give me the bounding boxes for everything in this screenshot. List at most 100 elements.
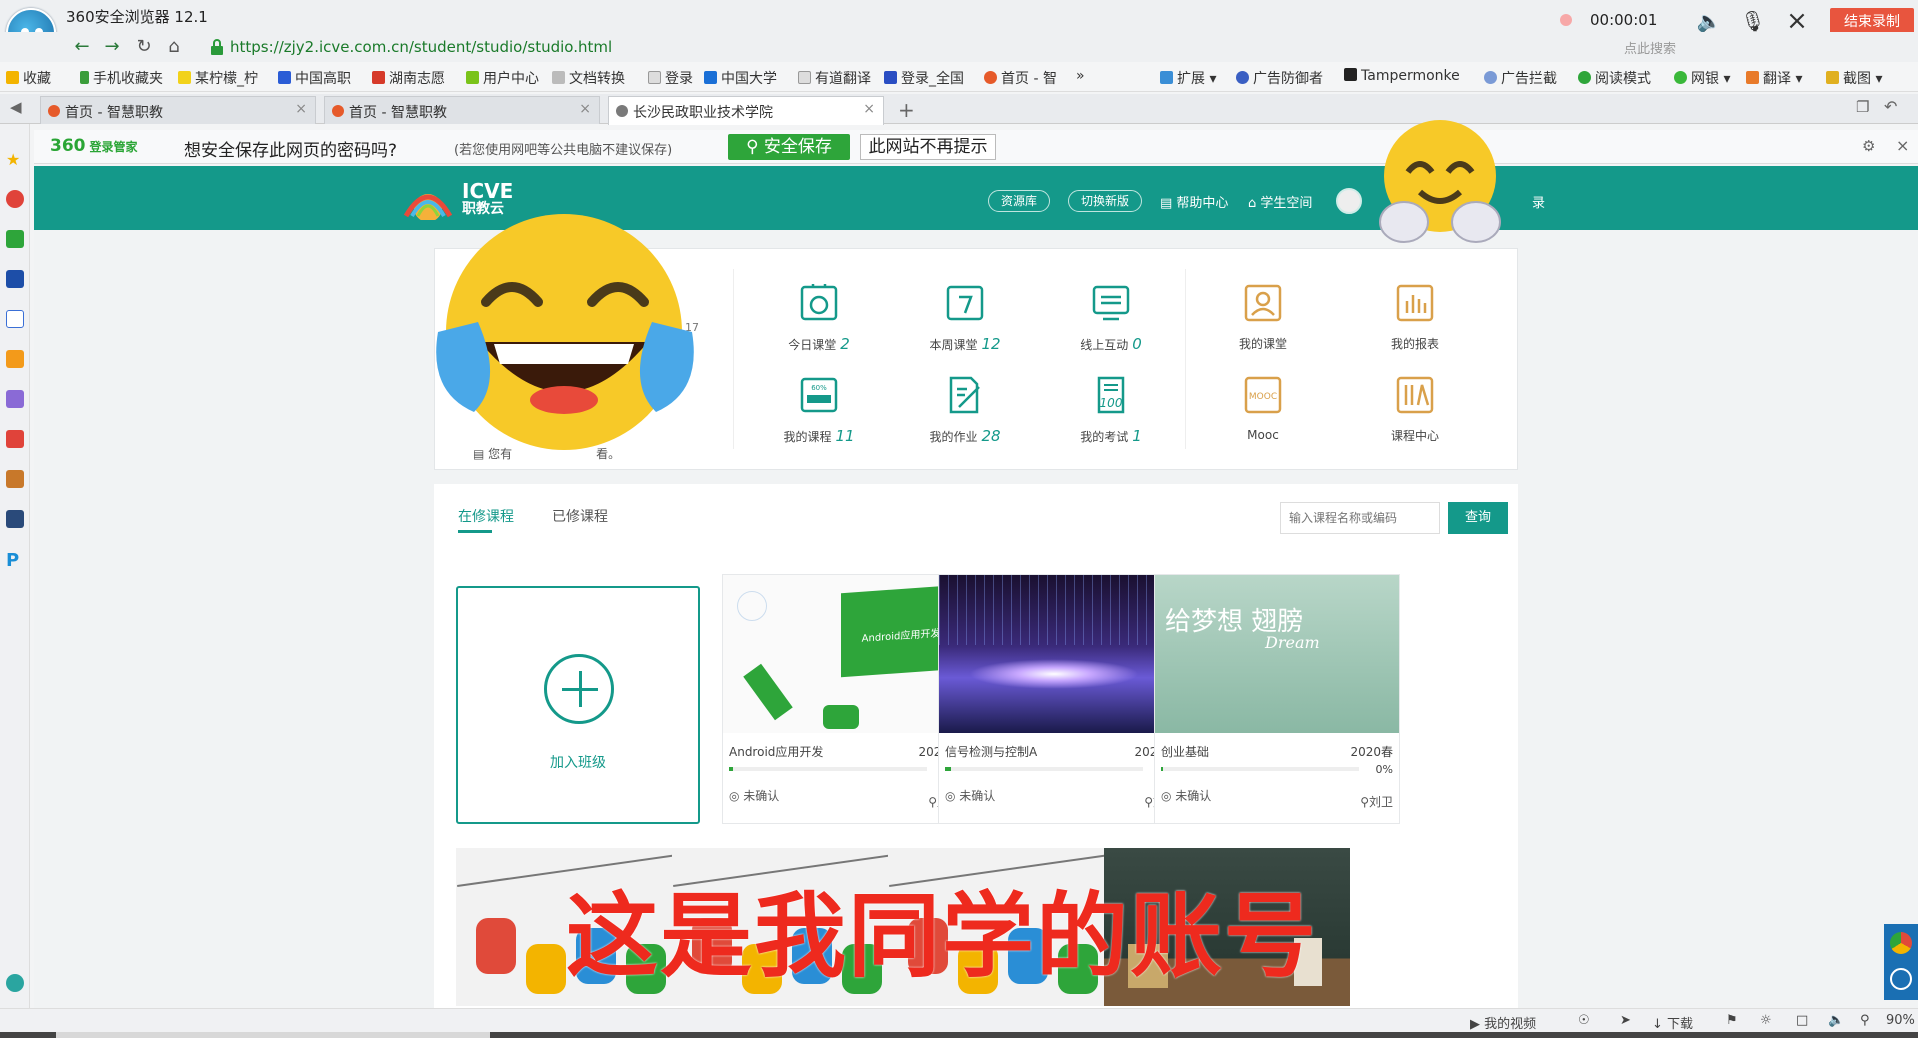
volume-icon[interactable]: 🔈 xyxy=(1828,1013,1844,1028)
resource-library-button[interactable]: 资源库 xyxy=(988,190,1051,212)
shop-icon[interactable] xyxy=(6,430,24,448)
extension-item[interactable]: 扩展 ▾ xyxy=(1160,68,1216,88)
extension-item[interactable]: Tampermonke xyxy=(1344,68,1460,84)
favorite-star-icon[interactable]: ★ xyxy=(6,150,24,169)
bookmark-item[interactable]: 中国高职 xyxy=(278,68,351,88)
app-icon[interactable] xyxy=(6,350,24,368)
my-homework-item[interactable]: 我的作业 28 xyxy=(905,375,1025,445)
bookmark-item[interactable]: 湖南志愿 xyxy=(372,68,445,88)
extension-item[interactable]: 阅读模式 xyxy=(1578,68,1651,88)
bookmarks-bar: 收藏 手机收藏夹 某柠檬_柠 中国高职 湖南志愿 用户中心 文档转换 登录 中国… xyxy=(0,62,1918,92)
close-icon[interactable]: × xyxy=(1784,8,1810,34)
avatar[interactable] xyxy=(1336,188,1362,214)
tab-close-icon[interactable]: × xyxy=(579,101,591,117)
forward-icon[interactable]: → xyxy=(100,35,124,59)
course-search-button[interactable]: 查询 xyxy=(1448,502,1508,534)
sidebar-add-icon[interactable] xyxy=(6,974,24,992)
microphone-icon[interactable]: 🎙 xyxy=(1740,8,1766,34)
course-cover: Android应用开发 xyxy=(723,575,967,733)
color-wheel-icon xyxy=(1890,932,1912,954)
tab-close-icon[interactable]: × xyxy=(863,101,875,117)
help-center-link[interactable]: ▤ 帮助中心 xyxy=(1160,192,1228,211)
my-classroom-item[interactable]: 我的课堂 xyxy=(1203,283,1323,352)
switch-version-button[interactable]: 切换新版 xyxy=(1068,190,1143,212)
floating-widget[interactable] xyxy=(1884,924,1918,1000)
close-icon[interactable]: × xyxy=(1896,136,1909,155)
books-icon xyxy=(1396,376,1434,414)
gear-icon[interactable]: ⚙ xyxy=(1862,137,1875,155)
course-name: 创业基础 xyxy=(1161,745,1210,759)
my-exam-item[interactable]: 100 我的考试 1 xyxy=(1051,375,1171,445)
extension-item[interactable]: 翻译 ▾ xyxy=(1746,68,1802,88)
tab-home-2[interactable]: 首页 - 智慧职教 × xyxy=(324,96,600,124)
extension-item[interactable]: 广告防御者 xyxy=(1236,68,1323,88)
save-password-button[interactable]: ⚲ 安全保存 xyxy=(728,134,850,160)
url-input[interactable] xyxy=(230,36,1530,58)
undo-close-icon[interactable]: ↶ xyxy=(1884,97,1897,116)
bookmark-item[interactable]: 某柠檬_柠 xyxy=(178,68,258,88)
ie-icon[interactable]: ☼ xyxy=(1760,1013,1772,1028)
extension-item[interactable]: 广告拦截 xyxy=(1484,68,1557,88)
status-icon[interactable]: ☉ xyxy=(1578,1013,1590,1028)
refresh-icon[interactable]: ↻ xyxy=(132,35,156,59)
never-remind-button[interactable]: 此网站不再提示 xyxy=(860,134,996,160)
my-video-button[interactable]: ▶ 我的视频 xyxy=(1470,1013,1536,1032)
doc-icon[interactable] xyxy=(6,310,24,328)
week-class-item[interactable]: 本周课堂 12 xyxy=(905,283,1025,353)
download-button[interactable]: ↓ 下载 xyxy=(1652,1013,1693,1032)
game-icon[interactable] xyxy=(6,470,24,488)
bookmark-item[interactable]: 首页 - 智 xyxy=(984,68,1057,88)
pin-icon[interactable]: ➤ xyxy=(1620,1013,1631,1028)
video-caption: 这是我同学的账号 xyxy=(566,883,1319,990)
bookmark-item[interactable]: 中国大学 xyxy=(704,68,777,88)
new-tab-icon[interactable]: + xyxy=(898,98,915,122)
speaker-icon[interactable]: 🔈 xyxy=(1696,8,1722,34)
confirm-icon: ◎ xyxy=(729,789,744,803)
course-card-android[interactable]: Android应用开发 Android应用开发 2020春 2% ◎ 未确认 ⚲… xyxy=(722,574,968,824)
tab-school[interactable]: 长沙民政职业技术学院 × xyxy=(608,96,884,125)
bookmark-item[interactable]: 收藏 xyxy=(6,68,51,88)
course-card-signal[interactable]: 信号检测与控制A 2020春 3% ◎ 未确认 ⚲刘卫 xyxy=(938,574,1184,824)
zoom-level[interactable]: 90% xyxy=(1886,1013,1915,1028)
mooc-item[interactable]: MOOC Mooc xyxy=(1203,375,1323,443)
extension-item[interactable]: 网银 ▾ xyxy=(1674,68,1730,88)
pay-icon[interactable]: P xyxy=(6,550,24,571)
course-name: Android应用开发 xyxy=(729,745,824,759)
mail-icon[interactable] xyxy=(6,230,24,248)
tab-finished-courses[interactable]: 已修课程 xyxy=(552,506,608,526)
bookmarks-more[interactable]: » xyxy=(1076,68,1085,84)
course-search-input[interactable] xyxy=(1280,502,1440,534)
zoom-icon[interactable]: ⚲ xyxy=(1860,1013,1870,1028)
my-report-item[interactable]: 我的报表 xyxy=(1355,283,1475,352)
online-interaction-item[interactable]: 线上互动 0 xyxy=(1051,283,1171,353)
student-space-link[interactable]: ⌂ 学生空间 xyxy=(1248,192,1312,211)
bookmark-item[interactable]: 登录 xyxy=(648,68,693,88)
extension-item[interactable]: 截图 ▾ xyxy=(1826,68,1882,88)
back-icon[interactable]: ← xyxy=(70,35,94,59)
join-class-card[interactable]: 加入班级 xyxy=(456,586,700,824)
tab-current-courses[interactable]: 在修课程 xyxy=(458,506,514,526)
game-icon[interactable] xyxy=(6,390,24,408)
today-class-item[interactable]: 今日课堂 2 xyxy=(759,283,879,353)
bookmark-item[interactable]: 有道翻译 xyxy=(798,68,871,88)
tab-close-icon[interactable]: × xyxy=(295,101,307,117)
bookmark-item[interactable]: 手机收藏夹 xyxy=(80,68,163,88)
logout-link[interactable]: 录 xyxy=(1532,192,1545,211)
weibo-icon[interactable] xyxy=(6,190,24,208)
bookmark-item[interactable]: 文档转换 xyxy=(552,68,625,88)
search-box[interactable]: 点此搜索 xyxy=(1624,38,1676,57)
divider xyxy=(733,269,734,449)
course-card-entrepreneurship[interactable]: 给梦想 翅膀 Dream 创业基础 2020春 0% ◎ 未确认 ⚲刘卫 xyxy=(1154,574,1400,824)
news-icon[interactable] xyxy=(6,270,24,288)
flag-icon[interactable]: ⚑ xyxy=(1726,1013,1738,1028)
tab-home-1[interactable]: 首页 - 智慧职教 × xyxy=(40,96,316,124)
game-icon[interactable] xyxy=(6,510,24,528)
home-icon[interactable]: ⌂ xyxy=(162,35,186,59)
my-course-item[interactable]: 60% 我的课程 11 xyxy=(759,375,879,445)
tab-list-icon[interactable]: ◀ xyxy=(10,98,22,116)
restore-window-icon[interactable]: ❐ xyxy=(1856,98,1869,116)
course-center-item[interactable]: 课程中心 xyxy=(1355,375,1475,444)
bookmark-item[interactable]: 登录_全国 xyxy=(884,68,964,88)
bookmark-item[interactable]: 用户中心 xyxy=(466,68,539,88)
window-icon[interactable]: □ xyxy=(1796,1013,1808,1028)
